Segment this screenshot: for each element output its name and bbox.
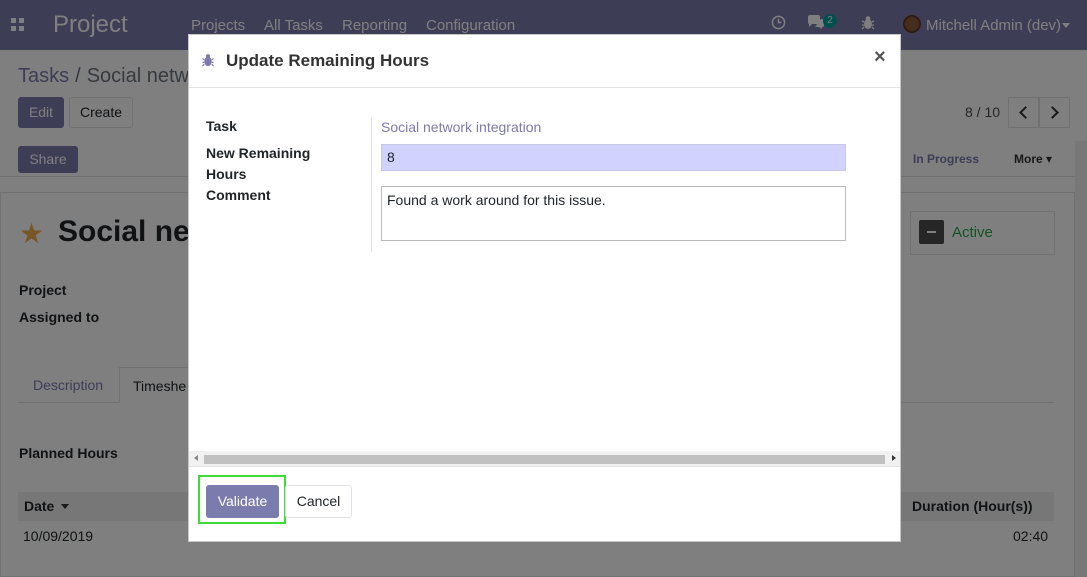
task-field-label: Task (206, 118, 237, 134)
comment-textarea[interactable]: Found a work around for this issue. (381, 186, 846, 241)
task-link[interactable]: Social network integration (381, 119, 541, 135)
label-divider (371, 117, 372, 252)
dialog-title: Update Remaining Hours (226, 51, 430, 70)
close-icon[interactable]: × (874, 46, 886, 69)
scrollbar-thumb[interactable] (204, 455, 885, 464)
update-remaining-hours-dialog: Update Remaining Hours × Task New Remain… (188, 34, 901, 542)
bug-icon (201, 53, 215, 67)
cancel-button[interactable]: Cancel (285, 485, 352, 518)
new-remaining-hours-input[interactable]: 8 (381, 144, 846, 171)
scroll-right-arrow-icon[interactable] (892, 455, 896, 461)
comment-field-label: Comment (206, 187, 271, 203)
validate-button[interactable]: Validate (206, 485, 279, 518)
new-remaining-hours-label-line2: Hours (206, 166, 247, 182)
dialog-footer: Validate Cancel (189, 466, 900, 541)
dialog-horizontal-scrollbar[interactable] (189, 451, 900, 466)
scroll-left-arrow-icon[interactable] (194, 455, 198, 461)
dialog-header: Update Remaining Hours × (189, 35, 900, 88)
new-remaining-hours-label-line1: New Remaining (206, 145, 311, 161)
